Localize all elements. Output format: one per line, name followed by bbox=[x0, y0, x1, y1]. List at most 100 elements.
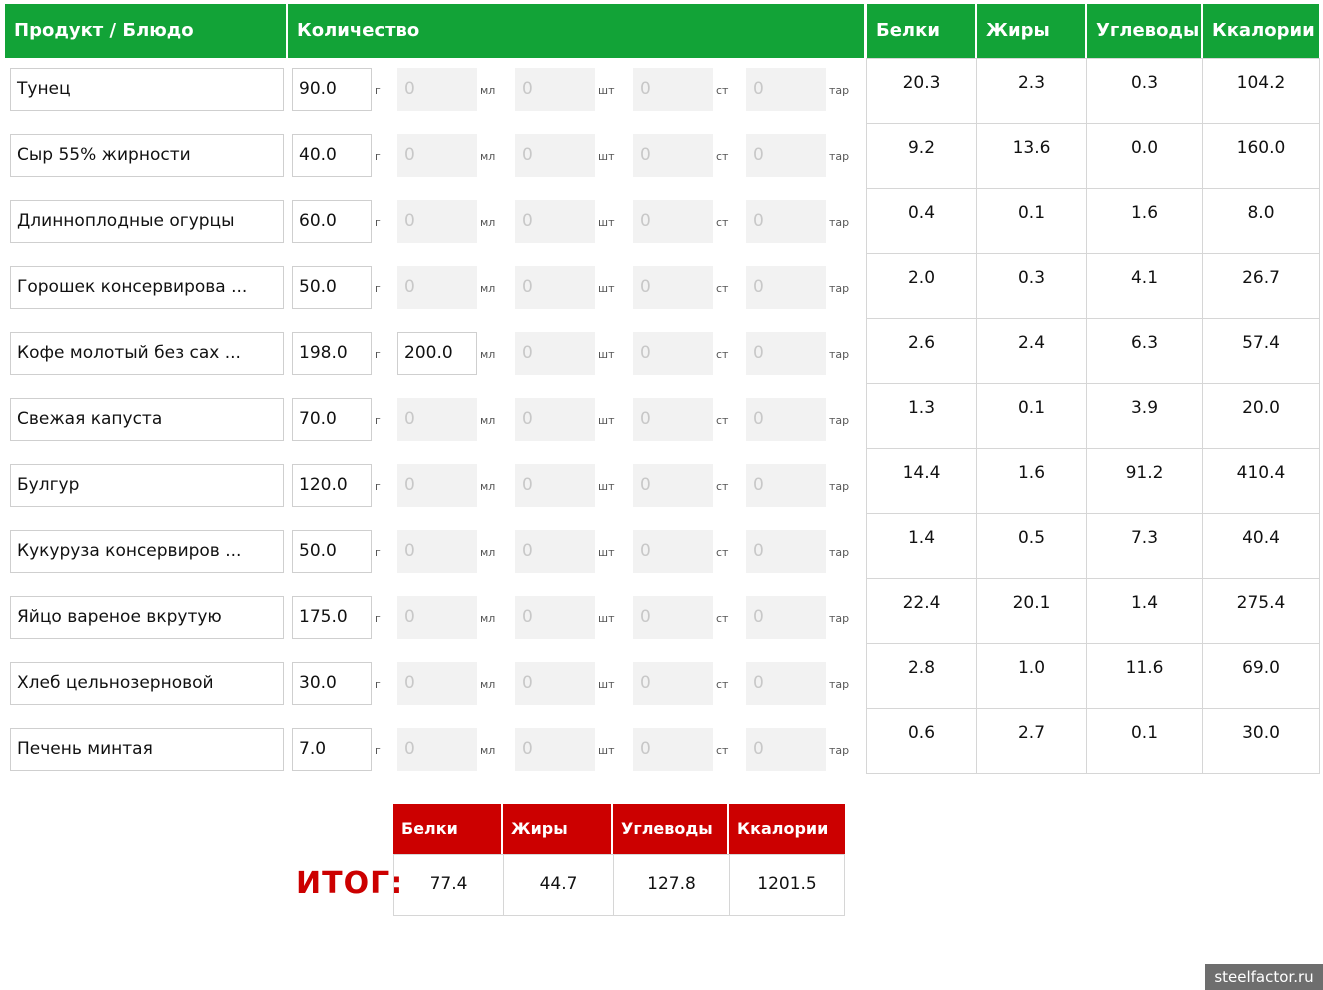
cell-protein: 2.0 bbox=[866, 253, 977, 319]
table-row: 2.6 2.4 6.3 57.4 bbox=[866, 318, 1320, 384]
product-name-field[interactable]: Свежая капуста bbox=[10, 398, 284, 441]
product-name-field[interactable]: Горошек консервирова ... bbox=[10, 266, 284, 309]
cell-carbs: 0.0 bbox=[1086, 123, 1203, 189]
quantity-ml-input[interactable]: 0 bbox=[397, 662, 477, 705]
quantity-tare-input[interactable]: 0 bbox=[746, 332, 826, 375]
unit-label-tare: тар bbox=[829, 414, 850, 427]
cell-protein: 2.8 bbox=[866, 643, 977, 709]
quantity-glass-input[interactable]: 0 bbox=[633, 134, 713, 177]
quantity-pcs-input[interactable]: 0 bbox=[515, 332, 595, 375]
quantity-tare-input[interactable]: 0 bbox=[746, 728, 826, 771]
quantity-g-input[interactable]: 30.0 bbox=[292, 662, 372, 705]
quantity-g-input[interactable]: 60.0 bbox=[292, 200, 372, 243]
quantity-tare-input[interactable]: 0 bbox=[746, 596, 826, 639]
quantity-ml-input[interactable]: 0 bbox=[397, 398, 477, 441]
quantity-g-input[interactable]: 7.0 bbox=[292, 728, 372, 771]
quantity-ml-input[interactable]: 0 bbox=[397, 530, 477, 573]
product-name-field[interactable]: Булгур bbox=[10, 464, 284, 507]
unit-label-glass: ст bbox=[716, 678, 729, 691]
quantity-pcs-input[interactable]: 0 bbox=[515, 266, 595, 309]
unit-label-tare: тар bbox=[829, 84, 850, 97]
quantity-ml-input[interactable]: 0 bbox=[397, 200, 477, 243]
table-row: 9.2 13.6 0.0 160.0 bbox=[866, 123, 1320, 189]
unit-label-tare: тар bbox=[829, 216, 850, 229]
quantity-glass-input[interactable]: 0 bbox=[633, 530, 713, 573]
unit-label-ml: мл bbox=[480, 216, 496, 229]
quantity-glass-input[interactable]: 0 bbox=[633, 662, 713, 705]
quantity-g-input[interactable]: 175.0 bbox=[292, 596, 372, 639]
quantity-g-input[interactable]: 40.0 bbox=[292, 134, 372, 177]
quantity-tare-input[interactable]: 0 bbox=[746, 266, 826, 309]
header-product: Продукт / Блюдо bbox=[5, 4, 286, 58]
quantity-ml-input[interactable]: 0 bbox=[397, 266, 477, 309]
quantity-tare-input[interactable]: 0 bbox=[746, 464, 826, 507]
cell-carbs: 1.6 bbox=[1086, 188, 1203, 254]
quantity-g-input[interactable]: 50.0 bbox=[292, 266, 372, 309]
product-row: Длинноплодные огурцы 60.0 г 0 мл 0 шт 0 ст 0 тар bbox=[0, 190, 866, 256]
quantity-glass-input[interactable]: 0 bbox=[633, 464, 713, 507]
quantity-pcs-input[interactable]: 0 bbox=[515, 728, 595, 771]
product-name-field[interactable]: Печень минтая bbox=[10, 728, 284, 771]
quantity-ml-input[interactable]: 0 bbox=[397, 68, 477, 111]
quantity-tare-input[interactable]: 0 bbox=[746, 134, 826, 177]
cell-protein: 0.6 bbox=[866, 708, 977, 774]
quantity-glass-input[interactable]: 0 bbox=[633, 332, 713, 375]
cell-kcal: 26.7 bbox=[1202, 253, 1320, 319]
unit-label-pcs: шт bbox=[598, 282, 615, 295]
quantity-g-input[interactable]: 120.0 bbox=[292, 464, 372, 507]
quantity-g-input[interactable]: 50.0 bbox=[292, 530, 372, 573]
quantity-pcs-input[interactable]: 0 bbox=[515, 596, 595, 639]
quantity-g-input[interactable]: 70.0 bbox=[292, 398, 372, 441]
quantity-pcs-input[interactable]: 0 bbox=[515, 134, 595, 177]
product-row: Булгур 120.0 г 0 мл 0 шт 0 ст 0 тар bbox=[0, 454, 866, 520]
quantity-glass-input[interactable]: 0 bbox=[633, 398, 713, 441]
quantity-glass-input[interactable]: 0 bbox=[633, 200, 713, 243]
quantity-ml-input[interactable]: 0 bbox=[397, 728, 477, 771]
quantity-tare-input[interactable]: 0 bbox=[746, 398, 826, 441]
quantity-pcs-input[interactable]: 0 bbox=[515, 200, 595, 243]
totals-header-protein: Белки bbox=[393, 804, 501, 854]
quantity-pcs-input[interactable]: 0 bbox=[515, 530, 595, 573]
quantity-pcs-input[interactable]: 0 bbox=[515, 464, 595, 507]
table-row: 0.4 0.1 1.6 8.0 bbox=[866, 188, 1320, 254]
unit-label-g: г bbox=[375, 150, 381, 163]
quantity-glass-input[interactable]: 0 bbox=[633, 68, 713, 111]
quantity-g-input[interactable]: 90.0 bbox=[292, 68, 372, 111]
unit-label-ml: мл bbox=[480, 546, 496, 559]
unit-label-glass: ст bbox=[716, 546, 729, 559]
quantity-pcs-input[interactable]: 0 bbox=[515, 662, 595, 705]
product-name-field[interactable]: Кофе молотый без сах ... bbox=[10, 332, 284, 375]
header-carbs: Углеводы bbox=[1087, 4, 1201, 58]
product-row: Тунец 90.0 г 0 мл 0 шт 0 ст 0 тар bbox=[0, 58, 866, 124]
unit-label-g: г bbox=[375, 744, 381, 757]
product-name-field[interactable]: Яйцо вареное вкрутую bbox=[10, 596, 284, 639]
quantity-glass-input[interactable]: 0 bbox=[633, 596, 713, 639]
table-row: 2.0 0.3 4.1 26.7 bbox=[866, 253, 1320, 319]
quantity-tare-input[interactable]: 0 bbox=[746, 200, 826, 243]
product-name-field[interactable]: Длинноплодные огурцы bbox=[10, 200, 284, 243]
quantity-g-input[interactable]: 198.0 bbox=[292, 332, 372, 375]
quantity-ml-input[interactable]: 0 bbox=[397, 596, 477, 639]
unit-label-pcs: шт bbox=[598, 480, 615, 493]
product-name-field[interactable]: Кукуруза консервиров ... bbox=[10, 530, 284, 573]
product-name-field[interactable]: Сыр 55% жирности bbox=[10, 134, 284, 177]
cell-protein: 0.4 bbox=[866, 188, 977, 254]
quantity-tare-input[interactable]: 0 bbox=[746, 530, 826, 573]
quantity-ml-input[interactable]: 0 bbox=[397, 134, 477, 177]
quantity-pcs-input[interactable]: 0 bbox=[515, 68, 595, 111]
product-name-field[interactable]: Хлеб цельнозерновой bbox=[10, 662, 284, 705]
cell-protein: 14.4 bbox=[866, 448, 977, 514]
quantity-tare-input[interactable]: 0 bbox=[746, 662, 826, 705]
quantity-pcs-input[interactable]: 0 bbox=[515, 398, 595, 441]
unit-label-g: г bbox=[375, 546, 381, 559]
quantity-glass-input[interactable]: 0 bbox=[633, 266, 713, 309]
quantity-tare-input[interactable]: 0 bbox=[746, 68, 826, 111]
quantity-ml-input[interactable]: 0 bbox=[397, 464, 477, 507]
quantity-ml-input[interactable]: 200.0 bbox=[397, 332, 477, 375]
cell-carbs: 91.2 bbox=[1086, 448, 1203, 514]
product-name-field[interactable]: Тунец bbox=[10, 68, 284, 111]
unit-label-glass: ст bbox=[716, 216, 729, 229]
quantity-glass-input[interactable]: 0 bbox=[633, 728, 713, 771]
unit-label-g: г bbox=[375, 678, 381, 691]
unit-label-g: г bbox=[375, 348, 381, 361]
